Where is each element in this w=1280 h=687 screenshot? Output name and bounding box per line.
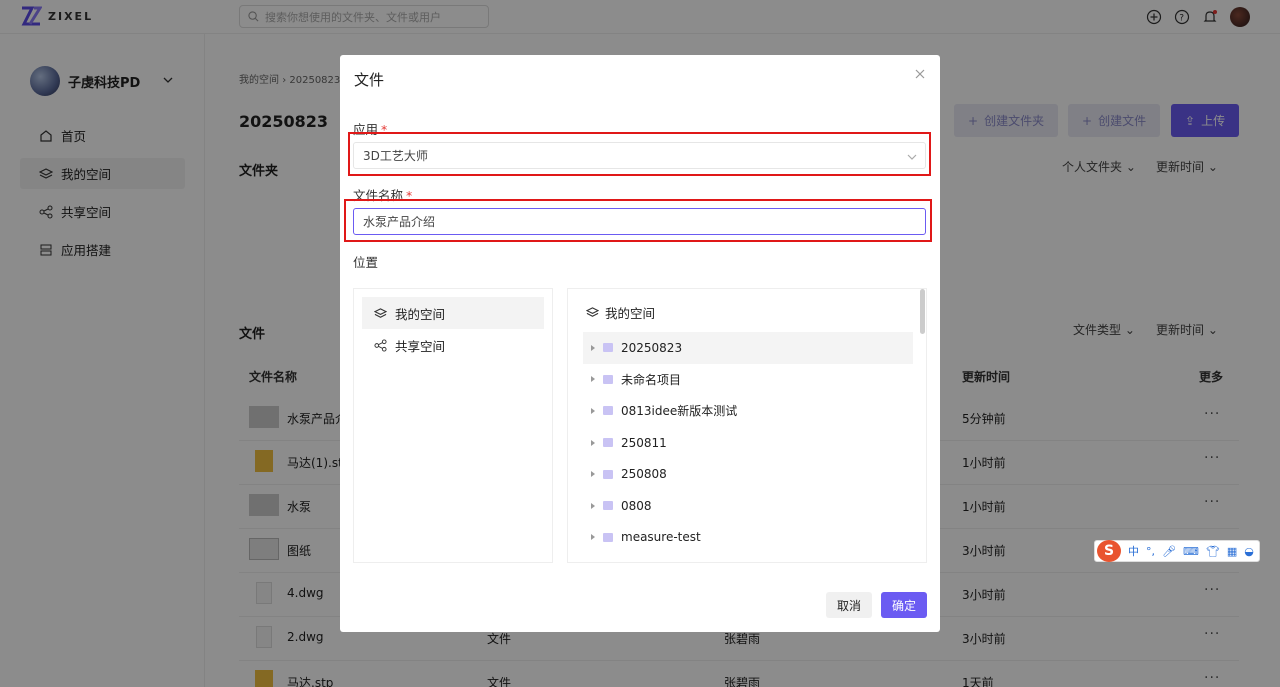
layers-icon [586, 307, 599, 317]
location-space-label: 我的空间 [395, 306, 446, 322]
tree-list: 20250823 未命名项目 0813idee新版本测试 250811 2508… [583, 332, 913, 553]
microphone-icon[interactable]: 🎤︎ [1162, 545, 1176, 558]
tree-item[interactable]: 250808 [583, 458, 913, 490]
folder-icon [603, 532, 613, 542]
keyboard-icon[interactable]: ⌨ [1183, 545, 1199, 558]
tree-item-label: 20250823 [621, 340, 683, 355]
caret-right-icon[interactable] [591, 439, 595, 446]
skin-icon[interactable]: 👕︎ [1206, 545, 1220, 558]
folder-icon [603, 469, 613, 479]
caret-right-icon[interactable] [591, 376, 595, 383]
location-space-list: 我的空间 共享空间 [353, 288, 553, 563]
location-space-item[interactable]: 共享空间 [362, 329, 544, 361]
ime-lang-toggle[interactable]: 中 [1128, 543, 1139, 559]
tree-item[interactable]: 0813idee新版本测试 [583, 395, 913, 427]
ime-punct-toggle[interactable]: °, [1146, 545, 1155, 558]
layers-icon [374, 307, 387, 318]
tree-scrollbar[interactable] [920, 289, 925, 334]
tree-root[interactable]: 我的空间 [586, 303, 655, 322]
file-name-input[interactable]: 水泵产品介绍 [353, 208, 926, 235]
location-label: 位置 [353, 255, 379, 270]
caret-right-icon[interactable] [591, 534, 595, 541]
ime-logo-icon[interactable]: S [1097, 540, 1121, 562]
cancel-button[interactable]: 取消 [826, 592, 872, 618]
location-space-label: 共享空间 [395, 338, 446, 354]
share-icon [374, 338, 387, 352]
folder-icon [603, 343, 613, 353]
caret-right-icon[interactable] [591, 502, 595, 509]
file-name-value: 水泵产品介绍 [363, 215, 436, 229]
dialog-title: 文件 [354, 71, 385, 89]
tree-item[interactable]: 未命名项目 [583, 364, 913, 396]
tree-item-label: 未命名项目 [621, 372, 682, 387]
folder-icon [603, 406, 613, 416]
tree-item[interactable]: measure-test [583, 522, 913, 554]
app-select-value: 3D工艺大师 [363, 149, 428, 163]
app-select[interactable]: 3D工艺大师 [353, 142, 926, 169]
caret-right-icon[interactable] [591, 344, 595, 351]
caret-right-icon[interactable] [591, 407, 595, 414]
tree-item-label: 0808 [621, 498, 652, 513]
new-file-dialog: 文件 应用 * 3D工艺大师 文件名称 * 水泵产品介绍 位置 我的空间 共享空间 … [340, 55, 940, 632]
tree-item-label: 250811 [621, 435, 667, 450]
extra-icon[interactable]: ◒ [1244, 545, 1254, 558]
tree-root-label: 我的空间 [605, 306, 656, 321]
tree-item-label: 250808 [621, 467, 667, 482]
folder-tree: 我的空间 20250823 未命名项目 0813idee新版本测试 250811… [567, 288, 927, 563]
ime-toolbar[interactable]: S 中 °, 🎤︎ ⌨ 👕︎ ▦ ◒ [1094, 540, 1260, 562]
folder-icon [603, 374, 613, 384]
folder-icon [603, 438, 613, 448]
tree-item[interactable]: 20250823 [583, 332, 913, 364]
chevron-down-icon [907, 154, 917, 160]
caret-right-icon[interactable] [591, 471, 595, 478]
tree-item-label: 0813idee新版本测试 [621, 404, 738, 419]
tree-item-label: measure-test [621, 530, 701, 545]
tree-item[interactable]: 0808 [583, 490, 913, 522]
location-space-item[interactable]: 我的空间 [362, 297, 544, 329]
tree-item[interactable]: 250811 [583, 427, 913, 459]
close-icon[interactable] [914, 68, 926, 80]
confirm-button[interactable]: 确定 [881, 592, 927, 618]
grid-icon[interactable]: ▦ [1227, 545, 1237, 558]
folder-icon [603, 501, 613, 511]
